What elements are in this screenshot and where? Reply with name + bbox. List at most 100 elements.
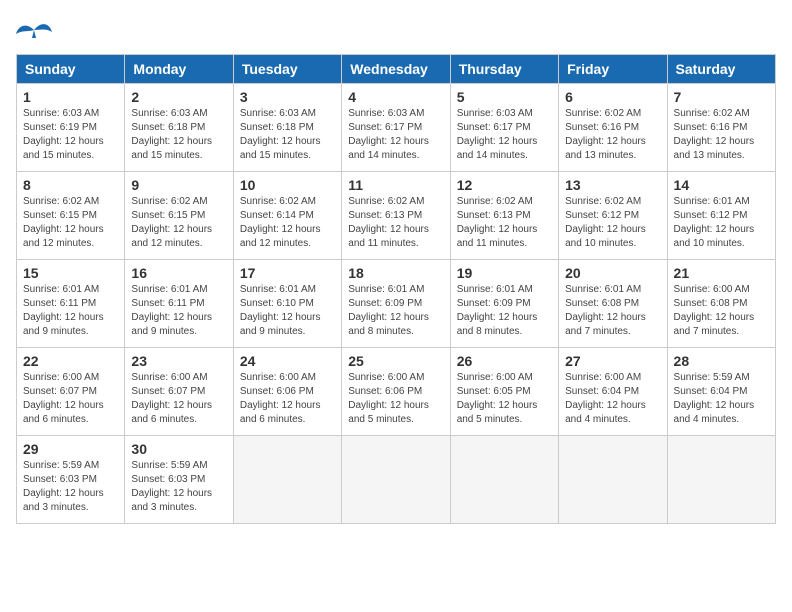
day-number: 17 [240, 265, 335, 281]
calendar-day-22: 22 Sunrise: 6:00 AM Sunset: 6:07 PM Dayl… [17, 348, 125, 436]
day-info: Sunrise: 6:01 AM Sunset: 6:12 PM Dayligh… [674, 195, 769, 251]
day-info: Sunrise: 6:03 AM Sunset: 6:19 PM Dayligh… [23, 107, 118, 163]
calendar-week-1: 1 Sunrise: 6:03 AM Sunset: 6:19 PM Dayli… [17, 84, 776, 172]
day-info: Sunrise: 6:03 AM Sunset: 6:17 PM Dayligh… [348, 107, 443, 163]
calendar-day-11: 11 Sunrise: 6:02 AM Sunset: 6:13 PM Dayl… [342, 172, 450, 260]
day-info: Sunrise: 5:59 AM Sunset: 6:03 PM Dayligh… [131, 459, 226, 515]
day-number: 16 [131, 265, 226, 281]
header-wednesday: Wednesday [342, 55, 450, 84]
calendar-day-14: 14 Sunrise: 6:01 AM Sunset: 6:12 PM Dayl… [667, 172, 775, 260]
calendar-day-23: 23 Sunrise: 6:00 AM Sunset: 6:07 PM Dayl… [125, 348, 233, 436]
calendar-day-19: 19 Sunrise: 6:01 AM Sunset: 6:09 PM Dayl… [450, 260, 558, 348]
calendar-day-7: 7 Sunrise: 6:02 AM Sunset: 6:16 PM Dayli… [667, 84, 775, 172]
calendar-day-25: 25 Sunrise: 6:00 AM Sunset: 6:06 PM Dayl… [342, 348, 450, 436]
calendar-day-5: 5 Sunrise: 6:03 AM Sunset: 6:17 PM Dayli… [450, 84, 558, 172]
calendar-day-17: 17 Sunrise: 6:01 AM Sunset: 6:10 PM Dayl… [233, 260, 341, 348]
calendar-table: Sunday Monday Tuesday Wednesday Thursday… [16, 54, 776, 524]
calendar-day-8: 8 Sunrise: 6:02 AM Sunset: 6:15 PM Dayli… [17, 172, 125, 260]
day-number: 30 [131, 441, 226, 457]
day-info: Sunrise: 6:03 AM Sunset: 6:18 PM Dayligh… [131, 107, 226, 163]
header-sunday: Sunday [17, 55, 125, 84]
header-thursday: Thursday [450, 55, 558, 84]
day-number: 21 [674, 265, 769, 281]
calendar-day-16: 16 Sunrise: 6:01 AM Sunset: 6:11 PM Dayl… [125, 260, 233, 348]
day-number: 24 [240, 353, 335, 369]
calendar-day-6: 6 Sunrise: 6:02 AM Sunset: 6:16 PM Dayli… [559, 84, 667, 172]
day-info: Sunrise: 6:02 AM Sunset: 6:15 PM Dayligh… [131, 195, 226, 251]
day-number: 13 [565, 177, 660, 193]
day-number: 3 [240, 89, 335, 105]
calendar-day-empty [450, 436, 558, 524]
calendar-day-3: 3 Sunrise: 6:03 AM Sunset: 6:18 PM Dayli… [233, 84, 341, 172]
calendar-day-empty [559, 436, 667, 524]
calendar-day-9: 9 Sunrise: 6:02 AM Sunset: 6:15 PM Dayli… [125, 172, 233, 260]
logo-bird-icon [16, 16, 52, 44]
day-info: Sunrise: 6:03 AM Sunset: 6:18 PM Dayligh… [240, 107, 335, 163]
calendar-day-27: 27 Sunrise: 6:00 AM Sunset: 6:04 PM Dayl… [559, 348, 667, 436]
day-number: 7 [674, 89, 769, 105]
day-info: Sunrise: 6:01 AM Sunset: 6:09 PM Dayligh… [348, 283, 443, 339]
calendar-day-10: 10 Sunrise: 6:02 AM Sunset: 6:14 PM Dayl… [233, 172, 341, 260]
day-number: 5 [457, 89, 552, 105]
day-number: 20 [565, 265, 660, 281]
day-number: 4 [348, 89, 443, 105]
day-number: 2 [131, 89, 226, 105]
day-number: 28 [674, 353, 769, 369]
header-tuesday: Tuesday [233, 55, 341, 84]
calendar-day-26: 26 Sunrise: 6:00 AM Sunset: 6:05 PM Dayl… [450, 348, 558, 436]
calendar-week-5: 29 Sunrise: 5:59 AM Sunset: 6:03 PM Dayl… [17, 436, 776, 524]
day-info: Sunrise: 6:02 AM Sunset: 6:15 PM Dayligh… [23, 195, 118, 251]
calendar-day-1: 1 Sunrise: 6:03 AM Sunset: 6:19 PM Dayli… [17, 84, 125, 172]
day-number: 29 [23, 441, 118, 457]
day-number: 27 [565, 353, 660, 369]
day-info: Sunrise: 6:00 AM Sunset: 6:07 PM Dayligh… [23, 371, 118, 427]
day-info: Sunrise: 6:01 AM Sunset: 6:11 PM Dayligh… [23, 283, 118, 339]
page-header [16, 16, 776, 44]
day-info: Sunrise: 6:02 AM Sunset: 6:16 PM Dayligh… [674, 107, 769, 163]
day-number: 18 [348, 265, 443, 281]
calendar-day-18: 18 Sunrise: 6:01 AM Sunset: 6:09 PM Dayl… [342, 260, 450, 348]
day-info: Sunrise: 6:00 AM Sunset: 6:07 PM Dayligh… [131, 371, 226, 427]
day-number: 11 [348, 177, 443, 193]
day-info: Sunrise: 5:59 AM Sunset: 6:03 PM Dayligh… [23, 459, 118, 515]
calendar-header-row: Sunday Monday Tuesday Wednesday Thursday… [17, 55, 776, 84]
day-info: Sunrise: 6:00 AM Sunset: 6:04 PM Dayligh… [565, 371, 660, 427]
calendar-day-28: 28 Sunrise: 5:59 AM Sunset: 6:04 PM Dayl… [667, 348, 775, 436]
header-saturday: Saturday [667, 55, 775, 84]
day-info: Sunrise: 6:00 AM Sunset: 6:08 PM Dayligh… [674, 283, 769, 339]
calendar-week-4: 22 Sunrise: 6:00 AM Sunset: 6:07 PM Dayl… [17, 348, 776, 436]
calendar-day-20: 20 Sunrise: 6:01 AM Sunset: 6:08 PM Dayl… [559, 260, 667, 348]
calendar-week-3: 15 Sunrise: 6:01 AM Sunset: 6:11 PM Dayl… [17, 260, 776, 348]
logo [16, 16, 56, 44]
day-info: Sunrise: 6:02 AM Sunset: 6:16 PM Dayligh… [565, 107, 660, 163]
day-info: Sunrise: 6:02 AM Sunset: 6:13 PM Dayligh… [457, 195, 552, 251]
calendar-day-24: 24 Sunrise: 6:00 AM Sunset: 6:06 PM Dayl… [233, 348, 341, 436]
day-info: Sunrise: 6:02 AM Sunset: 6:13 PM Dayligh… [348, 195, 443, 251]
day-number: 23 [131, 353, 226, 369]
day-number: 10 [240, 177, 335, 193]
day-number: 12 [457, 177, 552, 193]
calendar-day-13: 13 Sunrise: 6:02 AM Sunset: 6:12 PM Dayl… [559, 172, 667, 260]
day-number: 26 [457, 353, 552, 369]
calendar-body: 1 Sunrise: 6:03 AM Sunset: 6:19 PM Dayli… [17, 84, 776, 524]
day-number: 25 [348, 353, 443, 369]
day-info: Sunrise: 6:03 AM Sunset: 6:17 PM Dayligh… [457, 107, 552, 163]
calendar-day-empty [233, 436, 341, 524]
day-number: 6 [565, 89, 660, 105]
day-info: Sunrise: 6:01 AM Sunset: 6:11 PM Dayligh… [131, 283, 226, 339]
day-number: 14 [674, 177, 769, 193]
header-friday: Friday [559, 55, 667, 84]
day-info: Sunrise: 6:01 AM Sunset: 6:08 PM Dayligh… [565, 283, 660, 339]
calendar-day-12: 12 Sunrise: 6:02 AM Sunset: 6:13 PM Dayl… [450, 172, 558, 260]
header-monday: Monday [125, 55, 233, 84]
day-number: 8 [23, 177, 118, 193]
day-info: Sunrise: 6:01 AM Sunset: 6:10 PM Dayligh… [240, 283, 335, 339]
day-info: Sunrise: 6:00 AM Sunset: 6:06 PM Dayligh… [348, 371, 443, 427]
calendar-day-4: 4 Sunrise: 6:03 AM Sunset: 6:17 PM Dayli… [342, 84, 450, 172]
calendar-day-29: 29 Sunrise: 5:59 AM Sunset: 6:03 PM Dayl… [17, 436, 125, 524]
day-number: 9 [131, 177, 226, 193]
day-number: 19 [457, 265, 552, 281]
day-info: Sunrise: 6:01 AM Sunset: 6:09 PM Dayligh… [457, 283, 552, 339]
calendar-day-2: 2 Sunrise: 6:03 AM Sunset: 6:18 PM Dayli… [125, 84, 233, 172]
day-info: Sunrise: 5:59 AM Sunset: 6:04 PM Dayligh… [674, 371, 769, 427]
